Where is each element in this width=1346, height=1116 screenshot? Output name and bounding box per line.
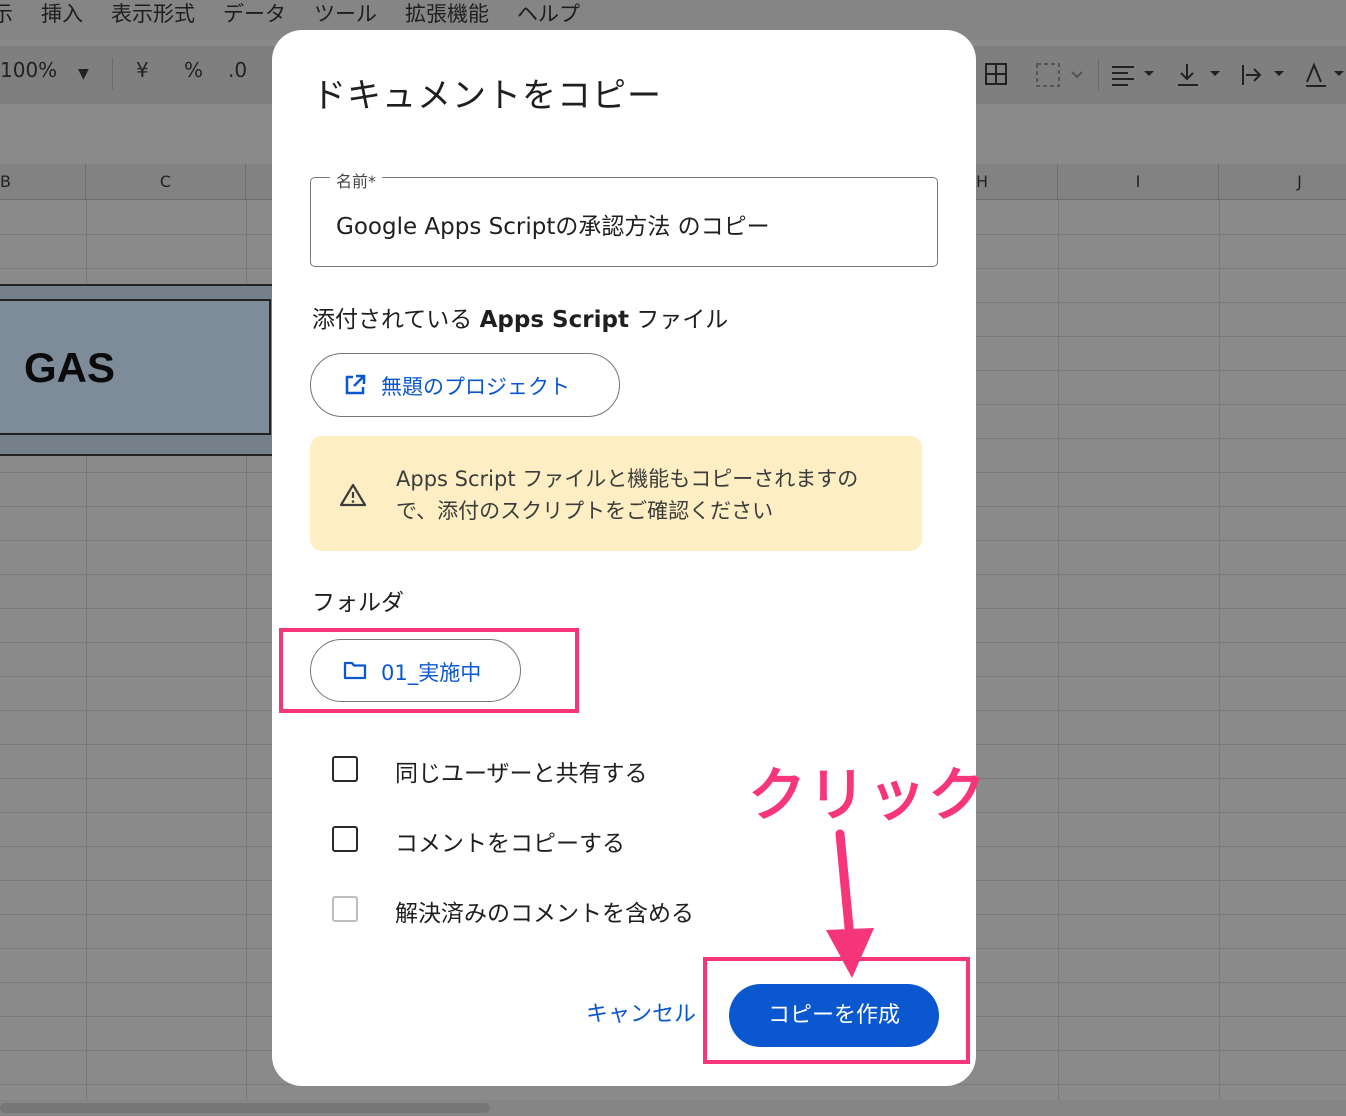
apps-script-project-label: 無題のプロジェクト: [381, 375, 570, 399]
vertical-align-icon[interactable]: [1176, 62, 1226, 88]
cancel-button[interactable]: キャンセル: [582, 995, 700, 1035]
menu-item-insert[interactable]: 挿入: [41, 0, 83, 40]
apps-script-project-button[interactable]: 無題のプロジェクト: [310, 353, 620, 417]
dialog-title: ドキュメントをコピー: [312, 76, 662, 116]
scrollbar-thumb[interactable]: [0, 1103, 490, 1113]
text-rotation-icon[interactable]: [1304, 62, 1346, 88]
warning-icon: [339, 483, 367, 507]
zoom-select[interactable]: 100%: [0, 58, 57, 82]
column-header-j[interactable]: J: [1219, 164, 1346, 200]
currency-button[interactable]: ¥: [136, 58, 149, 82]
copy-comments-label: コメントをコピーする: [395, 831, 625, 857]
copy-comments-checkbox[interactable]: [332, 826, 358, 852]
text-wrap-icon[interactable]: [1240, 62, 1290, 88]
click-annotation: クリック: [748, 761, 989, 829]
column-header-b[interactable]: B: [0, 164, 86, 200]
toolbar-divider: [1098, 58, 1099, 90]
include-resolved-comments-label: 解決済みのコメントを含める: [395, 901, 694, 927]
folder-highlight-box: [279, 628, 579, 713]
folder-section-label: フォルダ: [312, 590, 404, 616]
column-header-h[interactable]: H: [976, 164, 1058, 200]
include-resolved-comments-checkbox[interactable]: [332, 896, 358, 922]
arrow-down-icon: [826, 829, 874, 978]
align-left-icon[interactable]: [1110, 62, 1160, 88]
merge-cells-icon[interactable]: [1036, 62, 1086, 88]
share-same-users-checkbox[interactable]: [332, 756, 358, 782]
column-header-i[interactable]: I: [1058, 164, 1219, 200]
warning-text: Apps Script ファイルと機能もコピーされますので、添付のスクリプトをご…: [396, 467, 859, 523]
section-label-bold: Apps Script: [479, 307, 629, 333]
apps-script-section-label: 添付されている Apps Script ファイル: [312, 300, 728, 334]
section-label-suffix: ファイル: [628, 307, 729, 333]
percent-button[interactable]: %: [184, 58, 203, 82]
toolbar-divider: [112, 58, 113, 90]
name-value[interactable]: Google Apps Scriptの承認方法 のコピー: [336, 207, 770, 241]
cell-text: GAS: [24, 344, 116, 391]
name-label: 名前*: [330, 168, 383, 192]
menu-item-format[interactable]: 表示形式: [111, 0, 195, 40]
column-header-c[interactable]: C: [86, 164, 246, 200]
open-in-new-icon: [345, 374, 366, 395]
chevron-down-icon[interactable]: ▼: [78, 66, 89, 82]
decrease-decimal-button[interactable]: .0: [228, 58, 247, 82]
menu-item-data[interactable]: データ: [223, 0, 286, 40]
section-label-prefix: 添付されている: [312, 307, 480, 333]
share-same-users-label: 同じユーザーと共有する: [395, 761, 648, 787]
borders-icon[interactable]: [984, 62, 1008, 86]
menu-item-view[interactable]: 示: [0, 0, 13, 40]
